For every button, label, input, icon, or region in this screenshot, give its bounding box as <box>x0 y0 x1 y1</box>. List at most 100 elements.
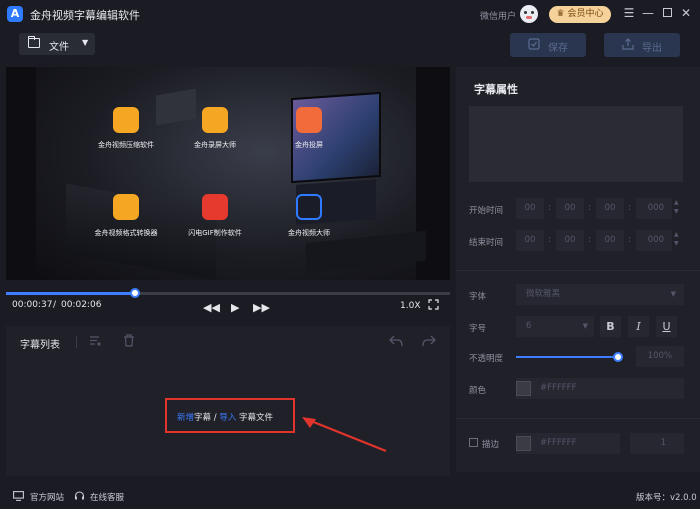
screen-record-app-icon <box>202 107 228 133</box>
stroke-color-swatch[interactable] <box>516 436 531 451</box>
time-separator: / <box>53 300 57 310</box>
chevron-down-icon: ▼ <box>582 322 588 330</box>
color-label: 颜色 <box>469 386 487 396</box>
app-label: 金舟投屏 <box>295 141 323 149</box>
monitor-icon <box>13 491 24 504</box>
start-ms[interactable]: 000 <box>636 198 672 219</box>
stroke-width-input[interactable]: 1 <box>630 433 684 454</box>
rewind-icon[interactable]: ◀◀ <box>203 301 220 314</box>
stepper-icon: ▼ <box>674 240 679 247</box>
app-label: 金舟视频格式转换器 <box>94 229 158 237</box>
opacity-label: 不透明度 <box>469 354 504 364</box>
stepper-icon: ▼ <box>674 208 679 215</box>
app-label: 金舟视频大师 <box>288 229 330 237</box>
opacity-slider-handle[interactable] <box>613 352 623 362</box>
play-icon[interactable]: ▶ <box>231 301 239 314</box>
file-menu-button[interactable]: 文件 ▼ <box>19 33 95 55</box>
gif-app-icon <box>202 194 228 220</box>
color-value: #FFFFFF <box>540 383 577 393</box>
export-label: 导出 <box>642 43 662 54</box>
color-swatch[interactable] <box>516 381 531 396</box>
current-time: 00:00:37 <box>12 300 53 310</box>
app-title: 金舟视频字幕编辑软件 <box>30 9 140 22</box>
headset-icon <box>74 491 85 504</box>
total-time: 00:02:06 <box>61 300 102 310</box>
minimize-icon[interactable]: — <box>641 6 655 20</box>
convert-app-icon <box>113 194 139 220</box>
end-hours[interactable]: 00 <box>516 230 544 251</box>
end-time-label: 结束时间 <box>469 238 504 248</box>
vip-label: 会员中心 <box>567 9 604 19</box>
stroke-color-input[interactable]: #FFFFFF <box>516 433 620 454</box>
properties-title: 字幕属性 <box>474 83 518 96</box>
stroke-label: 描边 <box>482 440 500 450</box>
avatar[interactable] <box>520 5 538 23</box>
app-label: 金舟视频压缩软件 <box>98 141 154 149</box>
undo-icon[interactable] <box>389 335 403 350</box>
forward-icon[interactable]: ▶▶ <box>253 301 270 314</box>
font-label: 字体 <box>469 292 487 302</box>
progress-handle[interactable] <box>129 288 140 298</box>
start-hours[interactable]: 00 <box>516 198 544 219</box>
end-seconds[interactable]: 00 <box>596 230 624 251</box>
cast-app-icon <box>296 107 322 133</box>
opacity-slider[interactable] <box>516 356 620 358</box>
save-label: 保存 <box>548 43 568 54</box>
add-row-icon[interactable] <box>89 334 102 350</box>
save-button[interactable]: 保存 <box>510 33 586 57</box>
user-name[interactable]: 微信用户 <box>480 9 516 22</box>
end-ms[interactable]: 000 <box>636 230 672 251</box>
export-button[interactable]: 导出 <box>604 33 680 57</box>
app-logo-icon: A <box>7 6 23 22</box>
add-subtitle-link[interactable]: 新增 <box>177 413 194 423</box>
hint-text: 字幕文件 <box>239 413 274 423</box>
import-subtitle-link[interactable]: 导入 <box>219 413 236 423</box>
divider <box>456 418 700 419</box>
file-label: 文件 <box>49 42 69 53</box>
start-seconds[interactable]: 00 <box>596 198 624 219</box>
annotation-arrow <box>302 417 387 453</box>
monitor-screen <box>291 91 381 184</box>
start-time-label: 开始时间 <box>469 206 504 216</box>
hint-sep: / <box>213 413 217 423</box>
export-icon <box>622 38 634 50</box>
color-input[interactable]: #FFFFFF <box>516 378 684 399</box>
save-icon <box>528 38 540 50</box>
playback-speed[interactable]: 1.0X <box>400 301 420 311</box>
version-label: 版本号：v2.0.0 <box>636 493 697 503</box>
menu-icon[interactable]: ☰ <box>622 6 636 20</box>
maximize-icon[interactable] <box>660 6 674 20</box>
vip-center-button[interactable]: ♛ 会员中心 <box>549 6 611 23</box>
divider <box>76 336 77 348</box>
close-icon[interactable]: ✕ <box>679 6 693 20</box>
subtitle-text-area[interactable] <box>469 106 683 182</box>
end-minutes[interactable]: 00 <box>556 230 584 251</box>
size-select[interactable]: 6 ▼ <box>516 316 594 337</box>
underline-icon[interactable]: U <box>656 316 677 337</box>
redo-icon[interactable] <box>422 335 436 350</box>
video-preview[interactable]: 金舟视频压缩软件 金舟录屏大师 金舟投屏 金舟视频格式转换器 闪电GIF制作软件… <box>6 67 450 280</box>
compress-app-icon <box>113 107 139 133</box>
subtitle-list-title: 字幕列表 <box>20 340 60 351</box>
delete-icon[interactable] <box>123 334 135 350</box>
stepper-icon: ▲ <box>674 231 679 238</box>
opacity-input[interactable]: 100% <box>636 346 684 367</box>
app-label: 金舟录屏大师 <box>194 141 236 149</box>
support-link[interactable]: 在线客服 <box>90 491 124 503</box>
size-label: 字号 <box>469 324 487 334</box>
divider <box>456 270 700 271</box>
font-select[interactable]: 微软雅黑 ▼ <box>516 284 684 305</box>
stepper-icon: ▲ <box>674 199 679 206</box>
fullscreen-icon[interactable] <box>428 299 439 310</box>
video-master-app-icon <box>296 194 322 220</box>
progress-fill <box>6 292 135 295</box>
start-minutes[interactable]: 00 <box>556 198 584 219</box>
stroke-color-value: #FFFFFF <box>540 438 577 448</box>
italic-icon[interactable]: I <box>628 316 649 337</box>
size-value: 6 <box>526 321 532 331</box>
bold-icon[interactable]: B <box>600 316 621 337</box>
chevron-down-icon: ▼ <box>670 290 676 298</box>
stroke-checkbox[interactable] <box>469 438 478 447</box>
website-link[interactable]: 官方网站 <box>30 491 64 503</box>
hint-text: 字幕 <box>194 413 212 423</box>
